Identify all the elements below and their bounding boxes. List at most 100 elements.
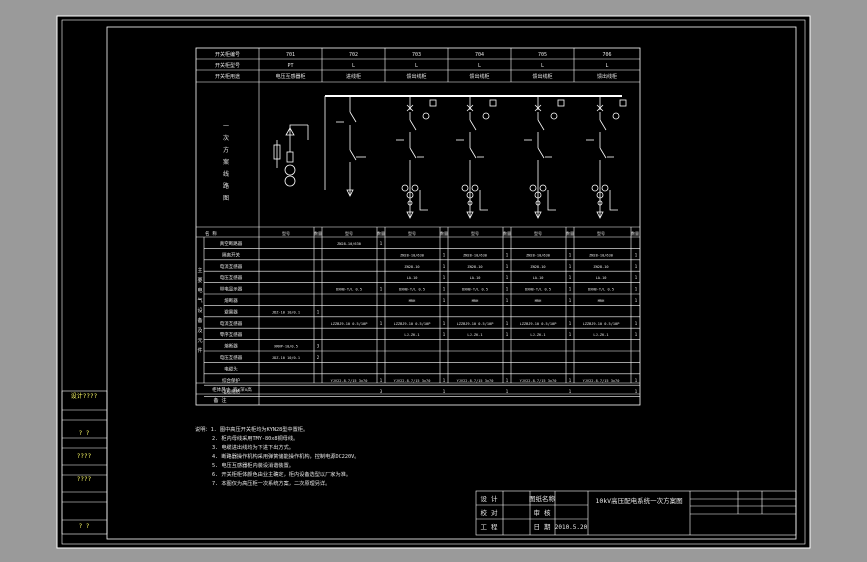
header-cell-3: 馈出线柜 [469, 73, 489, 80]
note-line-2: 2. 柜内母线采用TMY-80x8铜母线。 [212, 434, 298, 442]
tb-check-label: 校 对 [481, 508, 498, 517]
eq-cell-4-5: DXN8-T/L 0.5 [588, 288, 614, 292]
eq-cell-7-2: LZZBJ9-10 0.5/10P [394, 322, 431, 326]
header-cell-5: 706 [602, 52, 611, 58]
header-cell-5: L [605, 63, 608, 69]
eq-cell-2-3: ZN28-10 [467, 265, 482, 269]
eq-cell-1-4: ZN28-10/630 [526, 253, 550, 257]
eq-cell-2-5: ZN28-10 [593, 265, 608, 269]
header-cell-1: 702 [349, 52, 358, 58]
footer-size-label: 柜体尺寸 宽x深x高 [212, 386, 252, 393]
stamp-label-1: 设计???? [71, 392, 98, 400]
eq-header-model-1: 型号 [345, 230, 353, 236]
eq-header-qty-2: 数量 [440, 230, 448, 236]
eq-cell-12-5: YJV22-8.7/15 3x70 [583, 379, 620, 383]
eq-header-model-0: 型号 [282, 230, 290, 236]
eq-cell-7-3: LZZBJ9-10 0.5/10P [457, 322, 494, 326]
eq-cell-2-2: ZN28-10 [404, 265, 419, 269]
eq-cell-1-5: ZN28-10/630 [589, 253, 613, 257]
eq-cell-8-2: LJ-ZK-1 [404, 333, 419, 337]
group-label-char: 主 [197, 267, 202, 274]
scheme-label-char: 方 [223, 146, 229, 154]
eq-header-qty-3: 数量 [503, 230, 511, 236]
eq-cell-3-5: LA-10 [596, 276, 607, 280]
note-line-1: 说明：1. 图中高压开关柜均为KYN28型中置柜。 [195, 425, 308, 433]
tb-date-value: 2010.5.20 [555, 524, 588, 531]
eq-header-qty-4: 数量 [566, 230, 574, 236]
eq-cell-5-2: MRH [409, 299, 416, 303]
eq-cell-8-5: LJ-ZK-1 [593, 333, 608, 337]
eq-cell-12-1: YJV22-8.7/15 3x70 [331, 379, 368, 383]
header-label: 开关柜型号 [215, 62, 240, 69]
eq-cell-3-3: LA-10 [470, 276, 481, 280]
eq-cell-3-2: LA-10 [407, 276, 418, 280]
stamp-label-2: ? ? [79, 430, 90, 437]
eq-cell-12-2: YJV22-8.7/15 3x70 [394, 379, 431, 383]
stamp-label-3: ???? [77, 453, 92, 460]
scheme-label-char: 案 [223, 158, 229, 166]
eq-cell-7-5: LZZBJ9-10 0.5/10P [583, 322, 620, 326]
header-cell-5: 馈出线柜 [597, 73, 617, 80]
note-line-3: 3. 电缆进出线均为下进下出方式。 [212, 443, 294, 451]
eq-row-name-4: 带电显示器 [220, 286, 243, 293]
header-cell-4: 705 [538, 52, 547, 58]
eq-cell-9-0: XRNP-10/0.5 [274, 345, 298, 349]
eq-cell-8-4: LJ-ZK-1 [530, 333, 545, 337]
note-line-7: 7. 本图仅为高压柜一次系统方案，二次原理另详。 [212, 479, 330, 487]
eq-row-name-8: 零序互感器 [220, 331, 243, 338]
eq-header-model-4: 型号 [534, 230, 542, 236]
eq-cell-6-0: JDZ-10 10/0.1 [272, 310, 300, 314]
group-label-char: 要 [197, 278, 202, 284]
tb-review-label: 审 核 [534, 508, 551, 517]
eq-header-model-3: 型号 [471, 230, 479, 236]
eq-row-name-9: 熔断器 [224, 343, 238, 350]
group-label-char: 元 [197, 338, 202, 344]
group-label-char: 备 [197, 317, 202, 324]
eq-cell-7-1: LZZBJ9-10 0.5/10P [331, 322, 368, 326]
eq-cell-1-2: ZN28-10/630 [400, 253, 424, 257]
scheme-label-char: 次 [223, 134, 229, 142]
stamp-label-4: ???? [77, 476, 92, 483]
scheme-label-char: 一 [223, 123, 229, 130]
tb-drawing-name-label: 图纸名称 [529, 494, 556, 503]
header-cell-3: L [478, 63, 481, 69]
header-cell-0: 701 [286, 52, 295, 58]
eq-header-qty-5: 数量 [631, 230, 639, 236]
scheme-label-char: 路 [223, 182, 229, 190]
eq-header-qty-0: 数量 [314, 230, 322, 236]
tb-project-label: 工 程 [481, 522, 498, 531]
header-cell-4: L [541, 63, 544, 69]
stamp-label-5: ? ? [79, 523, 90, 530]
group-label-char: 件 [197, 347, 202, 354]
eq-cell-10-0: JDZ-10 10/0.1 [272, 356, 300, 360]
eq-header-model-2: 型号 [408, 230, 416, 236]
header-cell-4: 馈出线柜 [532, 73, 552, 80]
eq-row-name-2: 电流互感器 [220, 263, 243, 270]
eq-header-qty-1: 数量 [377, 230, 385, 236]
tb-drawing-title: 10kV高压配电系统一次方案图 [595, 496, 682, 505]
group-label-char: 气 [197, 297, 202, 304]
eq-cell-12-3: YJV22-8.7/15 3x70 [457, 379, 494, 383]
scheme-label-char: 线 [223, 170, 229, 178]
eq-cell-5-4: MRH [535, 299, 542, 303]
tb-date-label: 日 期 [534, 523, 551, 531]
note-line-4: 4. 断路器操作机构采用弹簧储能操作机构，控制电源DC220V。 [212, 452, 359, 460]
eq-cell-4-2: DXN8-T/L 0.5 [399, 288, 425, 292]
header-cell-3: 704 [475, 52, 484, 58]
eq-cell-8-3: LJ-ZK-1 [467, 333, 482, 337]
footer-remark-label: 备 注 [213, 397, 226, 404]
header-cell-0: 电压互感器柜 [275, 73, 305, 80]
group-label-char: 电 [197, 287, 202, 294]
eq-cell-1-3: ZN28-10/630 [463, 253, 487, 257]
eq-cell-4-4: DXN8-T/L 0.5 [525, 288, 551, 292]
eq-row-name-3: 电压互感器 [220, 274, 243, 281]
eq-row-name-6: 避雷器 [224, 308, 238, 315]
eq-row-name-5: 熔断器 [224, 297, 238, 304]
eq-cell-7-4: LZZBJ9-10 0.5/10P [520, 322, 557, 326]
tb-design-label: 设 计 [481, 494, 498, 503]
header-cell-2: L [415, 63, 418, 69]
eq-row-name-11: 电缆头 [224, 365, 238, 372]
eq-cell-5-5: MRH [598, 299, 605, 303]
eq-header-name: 名 称 [205, 230, 217, 237]
eq-cell-0-1: ZN28-10/630 [337, 242, 361, 246]
